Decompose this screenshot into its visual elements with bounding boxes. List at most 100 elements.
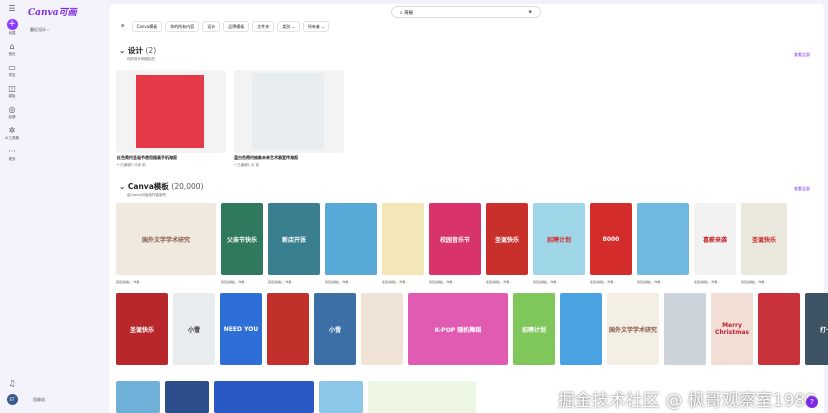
template-tile[interactable]: [560, 293, 602, 365]
template-tile[interactable]: 喜薪来袭: [694, 203, 736, 275]
avatar[interactable]: ST: [6, 394, 18, 405]
template-tile[interactable]: Merry Christmas: [711, 293, 753, 365]
recent-designs-link[interactable]: 最近设计 ›: [30, 27, 49, 33]
template-caption: 来自(模板)，作者…: [116, 280, 143, 284]
template-tile[interactable]: [664, 293, 706, 365]
rail-item[interactable]: ◫ 模板: [5, 84, 19, 99]
template-caption: 来自(模板)，作者…: [590, 280, 617, 284]
rail-icon: ···: [8, 147, 16, 156]
template-tile[interactable]: [361, 293, 403, 365]
template-tile[interactable]: 圣诞快乐: [486, 203, 528, 275]
template-tile[interactable]: NEED YOU: [220, 293, 262, 365]
bell-icon: ♫: [8, 379, 16, 388]
template-tile[interactable]: [165, 381, 209, 413]
rail-label: 项目: [8, 73, 16, 77]
template-caption: 来自(模板)，作者…: [637, 280, 664, 284]
template-tile[interactable]: [325, 203, 377, 275]
filter-chip[interactable]: 类别 ⌄: [277, 21, 300, 32]
rail-label: AI工具箱: [5, 136, 19, 140]
design-meta: • 已编辑5 分钟 前: [117, 163, 146, 167]
designs-subtitle: 你的设计和团队的: [127, 57, 155, 61]
canva-logo[interactable]: Canva可画: [28, 5, 77, 18]
design-card[interactable]: [116, 70, 226, 153]
template-tile[interactable]: 打卡: [805, 293, 828, 365]
filter-icon[interactable]: ⚙: [117, 21, 129, 32]
rail-item[interactable]: ◎ 品牌: [5, 105, 19, 120]
menu-icon: ☰: [8, 4, 16, 13]
create-button[interactable]: + 创建: [6, 19, 18, 36]
template-caption: 来自(模板)，作者…: [533, 280, 560, 284]
design-title[interactable]: 红色简约圣诞节使用插画手机海报: [117, 155, 177, 161]
template-tile[interactable]: [382, 203, 424, 275]
template-tile[interactable]: 父亲节快乐: [221, 203, 263, 275]
rail-item[interactable]: ▭ 项目: [5, 63, 19, 78]
templates-title: Canva模板: [127, 182, 169, 191]
template-caption: 来自(模板)，作者…: [741, 280, 768, 284]
template-tile[interactable]: [368, 381, 476, 413]
main-content: ⌕ 海报 ⊗ ⚙ Canva模板 你的所有内容 设计 品牌模板 文件夹 类别 ⌄ 所有者 ⌄ …: [109, 4, 828, 413]
rail-item[interactable]: ✲ AI工具箱: [5, 126, 19, 141]
template-caption: 来自(模板)，作者…: [382, 280, 409, 284]
notifications[interactable]: ♫: [8, 379, 15, 388]
filter-chip[interactable]: 设计: [202, 21, 221, 32]
design-title[interactable]: 蓝白色简约抽象未来艺术展宣传海报: [234, 155, 298, 161]
templates-subtitle: 由Canva可画创作者制作: [127, 193, 167, 197]
template-tile[interactable]: 国外文学学术研究: [116, 203, 216, 275]
templates-view-all[interactable]: 查看全部: [794, 186, 810, 192]
template-tile[interactable]: [319, 381, 363, 413]
rail-menu[interactable]: ☰: [8, 4, 15, 13]
template-tile[interactable]: 招聘计划: [513, 293, 555, 365]
design-meta: • 已编辑1 月 前: [234, 163, 260, 167]
template-row: [116, 381, 476, 413]
template-tile[interactable]: K-POP 随机舞蹈: [408, 293, 508, 365]
template-tile[interactable]: 8000: [590, 203, 632, 275]
rail-icon: ◎: [8, 105, 16, 114]
rail-icon: ▭: [8, 63, 16, 72]
template-caption: 来自(模板)，作者…: [221, 280, 248, 284]
plus-icon: +: [6, 19, 18, 30]
template-tile[interactable]: [214, 381, 314, 413]
template-caption: 来自(模板)，作者…: [694, 280, 721, 284]
template-caption: 来自(模板)，作者…: [429, 280, 456, 284]
rail-label: 品牌: [8, 115, 16, 119]
designs-count: (2): [145, 46, 157, 55]
template-tile[interactable]: 新店开张: [268, 203, 320, 275]
watermark: 掘金技术社区 @ 枫哥观察室1988: [557, 391, 816, 411]
designs-title: 设计: [127, 46, 143, 55]
search-value: 海报: [403, 11, 413, 16]
template-tile[interactable]: 圣诞快乐: [741, 203, 787, 275]
rail-icon: ⌂: [9, 42, 15, 51]
template-tile[interactable]: [267, 293, 309, 365]
filter-chip[interactable]: 所有者 ⌄: [302, 21, 330, 32]
template-tile[interactable]: 小雪: [314, 293, 356, 365]
filter-chip[interactable]: 品牌模板: [223, 21, 250, 32]
template-tile[interactable]: [637, 203, 689, 275]
designs-heading[interactable]: ⌄ 设计 (2): [119, 45, 156, 56]
rail-icon: ◫: [8, 84, 16, 93]
trash-link[interactable]: 回收站: [33, 397, 45, 403]
left-rail: ☰ + 创建 ⌂ 首页 ▭ 项目 ◫ 模板 ◎ 品牌 ✲ AI工具箱 ··· 更多 ♫ ST: [0, 0, 24, 413]
filter-chip[interactable]: 文件夹: [252, 21, 275, 32]
rail-label: 模板: [8, 94, 16, 98]
filter-toolbar: ⚙ Canva模板 你的所有内容 设计 品牌模板 文件夹 类别 ⌄ 所有者 ⌄: [117, 21, 330, 32]
rail-icon: ✲: [8, 126, 16, 135]
design-card[interactable]: [234, 70, 344, 153]
template-tile[interactable]: 国外文学学术研究: [607, 293, 659, 365]
template-tile[interactable]: [758, 293, 800, 365]
templates-heading[interactable]: ⌄ Canva模板 (20,000): [119, 181, 204, 192]
filter-chip[interactable]: Canva模板: [131, 21, 163, 32]
search-input[interactable]: ⌕ 海报 ⊗: [391, 6, 541, 18]
rail-label: 首页: [8, 52, 16, 56]
rail-item[interactable]: ⌂ 首页: [5, 42, 19, 57]
filter-chip[interactable]: 你的所有内容: [165, 21, 200, 32]
template-tile[interactable]: 校园音乐节: [429, 203, 481, 275]
template-tile[interactable]: [116, 381, 160, 413]
avatar-text: ST: [6, 394, 18, 405]
template-tile[interactable]: 圣诞快乐: [116, 293, 168, 365]
designs-view-all[interactable]: 查看全部: [794, 52, 810, 58]
clear-icon[interactable]: ⊗: [528, 10, 532, 15]
rail-item[interactable]: ··· 更多: [5, 147, 19, 162]
help-button[interactable]: ?: [806, 396, 818, 408]
template-tile[interactable]: 招聘计划: [533, 203, 585, 275]
template-tile[interactable]: 小雪: [173, 293, 215, 365]
